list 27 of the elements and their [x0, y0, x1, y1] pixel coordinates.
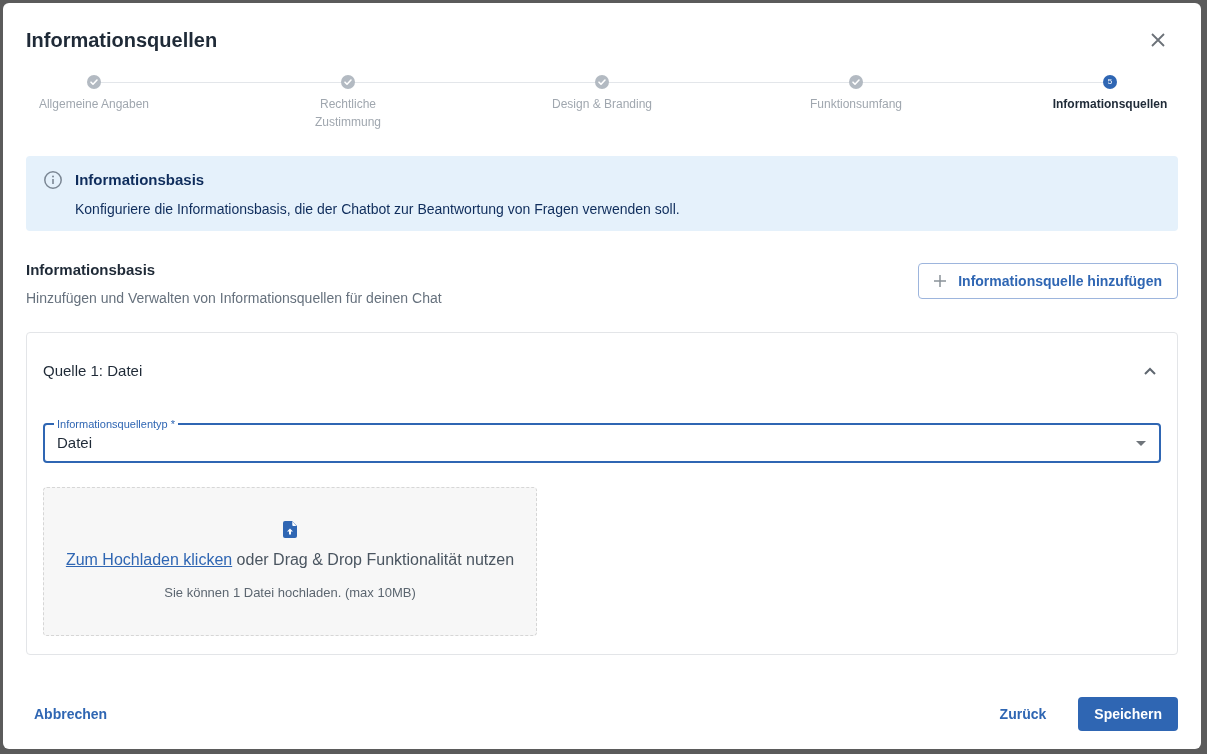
step-label[interactable]: Informationsquellen	[1052, 95, 1168, 113]
close-icon	[1151, 33, 1165, 47]
chevron-up-icon[interactable]	[1144, 367, 1156, 375]
section-title: Informationsbasis	[26, 260, 157, 280]
step-check-icon[interactable]	[595, 75, 609, 89]
dropdown-triangle-icon	[1136, 440, 1146, 446]
step-check-icon[interactable]	[341, 75, 355, 89]
step-check-icon[interactable]	[849, 75, 863, 89]
cancel-button[interactable]: Abbrechen	[26, 697, 116, 731]
upload-link[interactable]: Zum Hochladen klicken	[65, 551, 233, 568]
plus-icon	[934, 275, 947, 287]
step-check-icon[interactable]	[87, 75, 101, 89]
file-upload-icon	[283, 521, 297, 538]
section-subtitle: Hinzufügen und Verwalten von Informationsquellen für deinen Chat	[26, 289, 442, 308]
alert-message: Konfiguriere die Informationsbasis, die der Chatbot zur Beantwortung von Fragen verwenden soll.	[75, 200, 680, 219]
upload-instructions: Zum Hochladen klicken oder Drag & Drop Funktionalität nutzen	[65, 550, 515, 570]
info-icon	[44, 171, 62, 189]
back-button[interactable]: Zurück	[991, 697, 1055, 731]
save-button[interactable]: Speichern	[1078, 697, 1178, 731]
add-source-button[interactable]: Informationsquelle hinzufügen	[918, 263, 1178, 299]
source-title[interactable]: Quelle 1: Datei	[43, 361, 143, 381]
alert-title: Informationsbasis	[75, 170, 206, 190]
step-number-badge[interactable]: 5	[1103, 75, 1117, 89]
upload-dropzone[interactable]: Zum Hochladen klicken oder Drag & Drop Funktionalität nutzen Sie können 1 Datei hochladen. (max 10MB)	[43, 487, 537, 636]
upload-hint: Sie können 1 Datei hochladen. (max 10MB)	[164, 584, 416, 602]
field-label: Informationsquellentyp *	[54, 417, 178, 431]
dialog-title: Informationsquellen	[26, 28, 218, 53]
